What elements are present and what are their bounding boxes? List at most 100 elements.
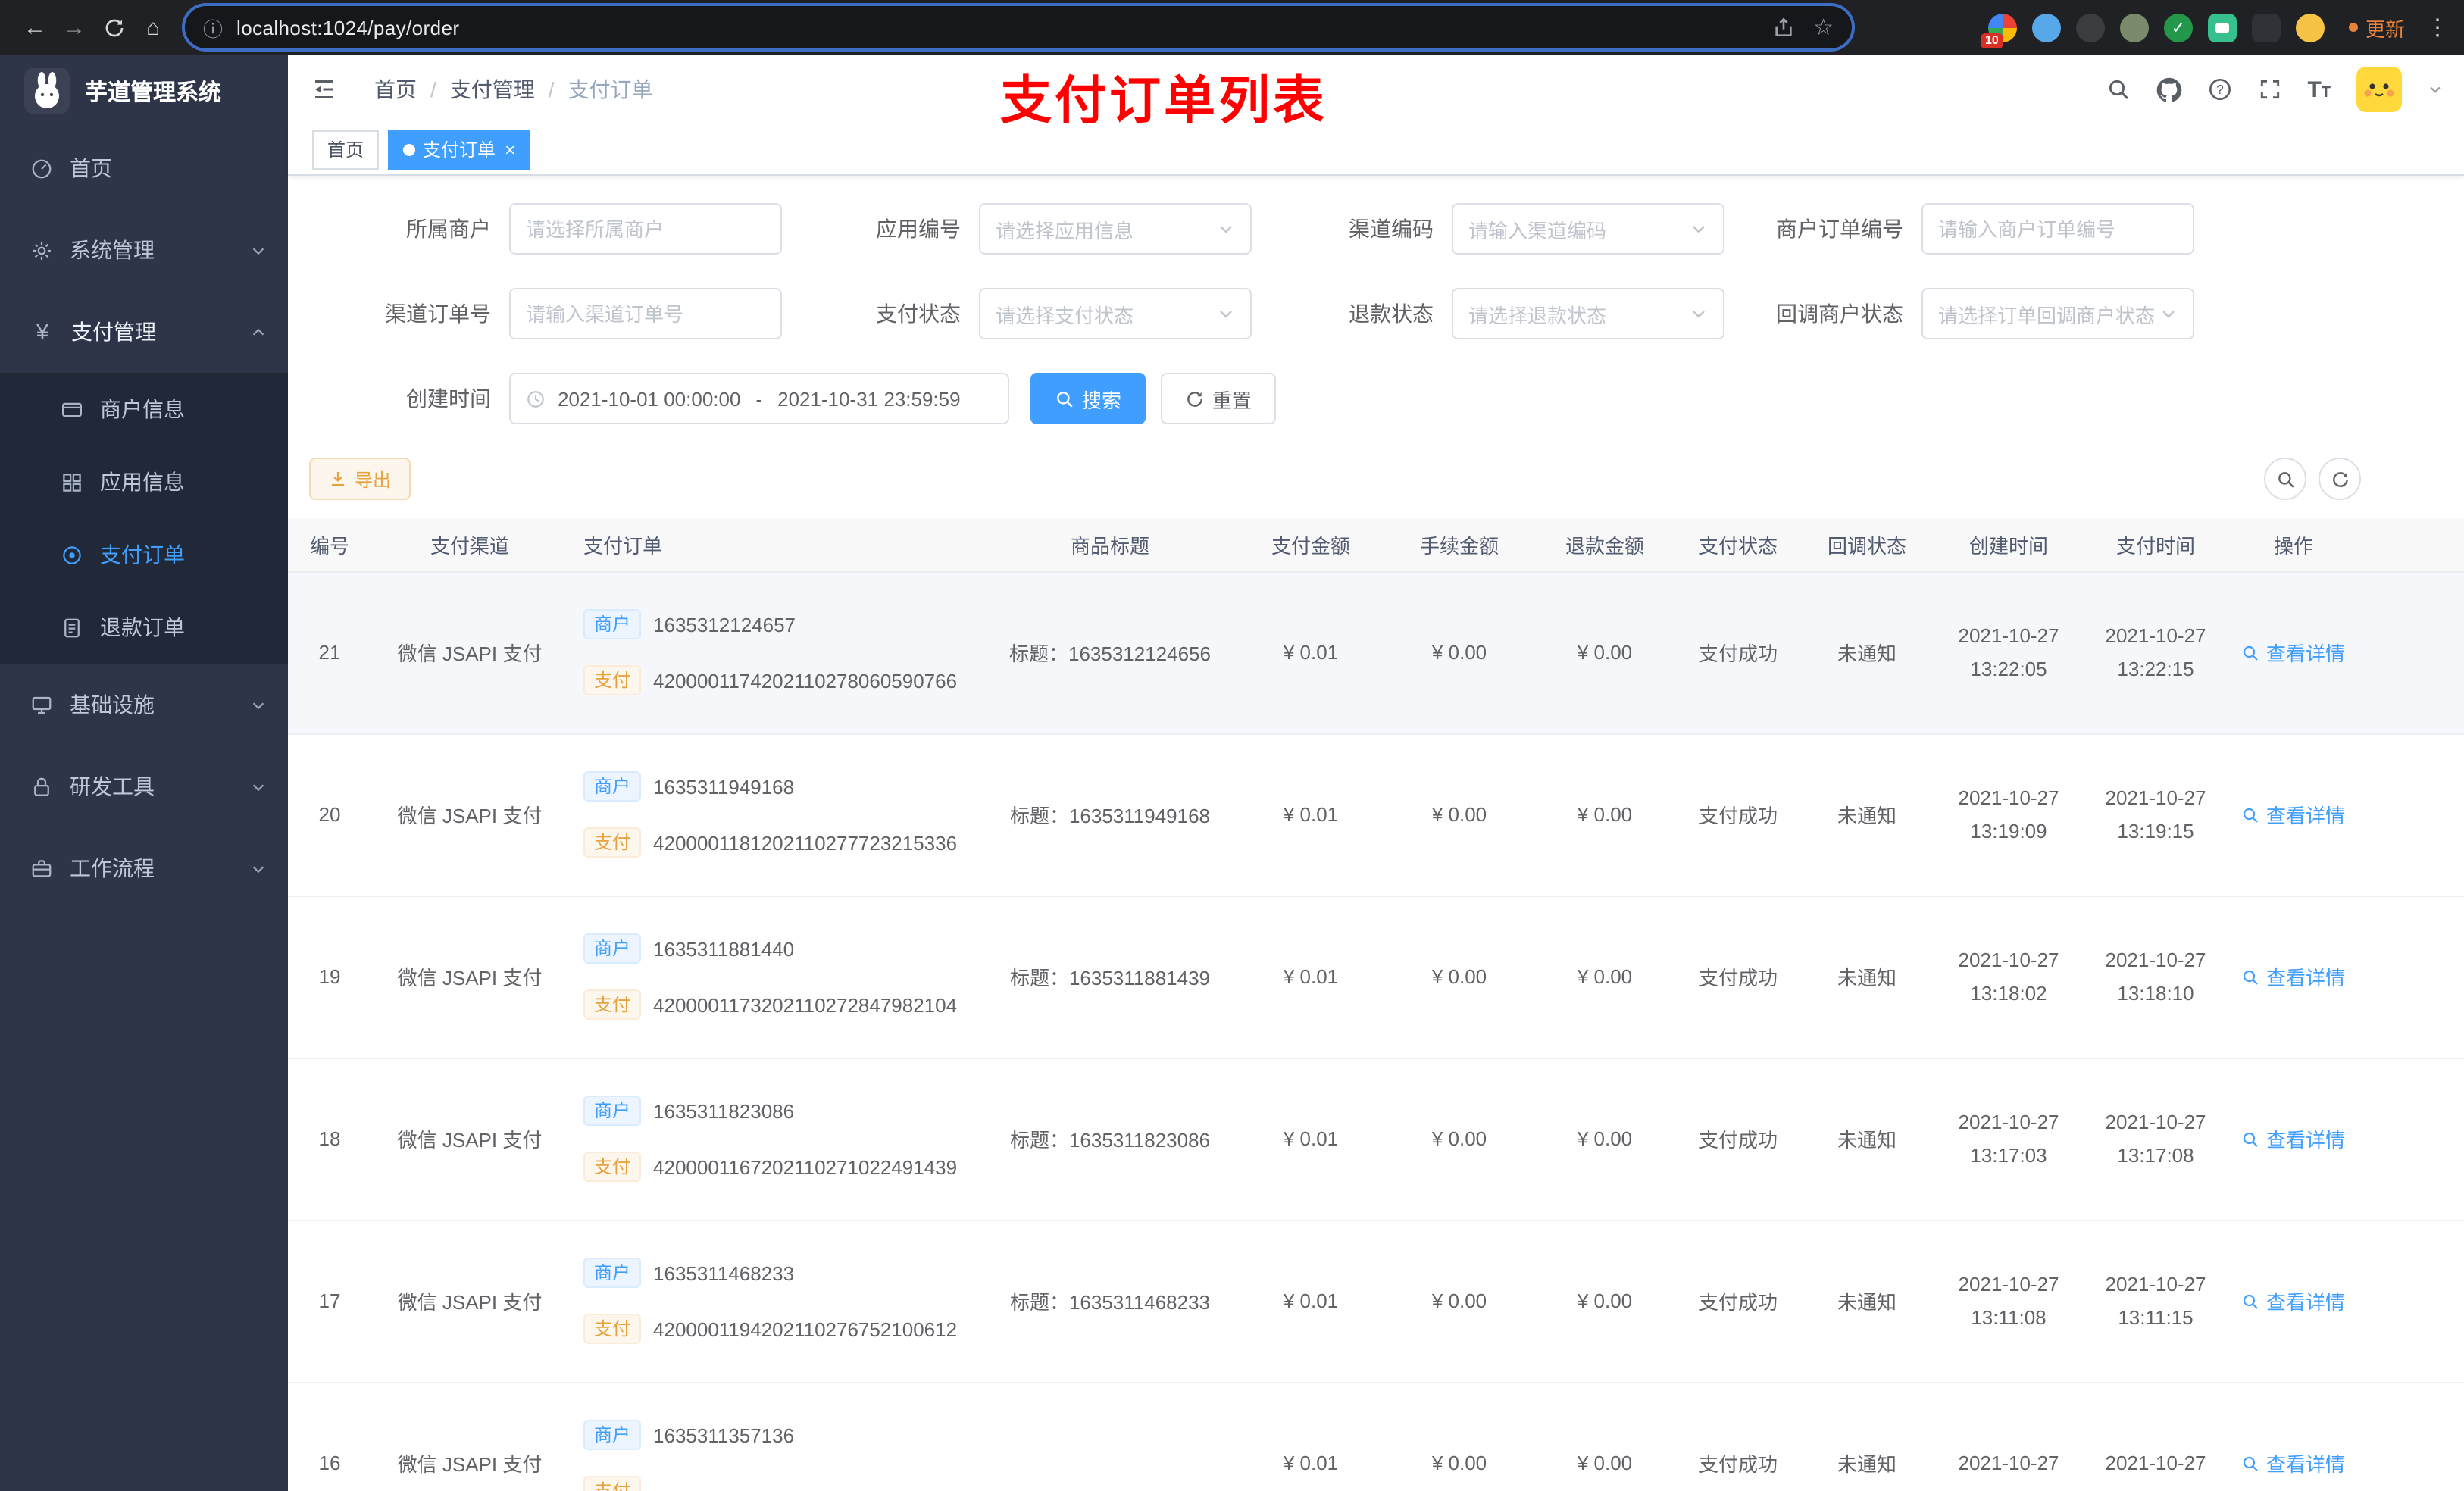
extension-dark-icon[interactable]	[2075, 13, 2105, 42]
view-detail-link[interactable]: 查看详情	[2242, 962, 2345, 991]
bookmark-star-icon[interactable]: ☆	[1813, 14, 1834, 41]
extension-blue-icon[interactable]	[2031, 13, 2061, 42]
share-icon[interactable]	[1771, 15, 1795, 39]
sidebar-item-workflow[interactable]: 工作流程	[0, 827, 288, 909]
github-icon[interactable]	[2156, 77, 2181, 102]
sidebar-item-payment[interactable]: ¥ 支付管理	[0, 291, 288, 373]
sidebar-item-pay-order[interactable]: 支付订单	[0, 518, 288, 591]
pay-status-select[interactable]: 请选择支付状态	[979, 288, 1252, 339]
select-placeholder: 请选择应用信息	[996, 219, 1134, 242]
table-setting-buttons	[2264, 458, 2361, 500]
extension-chat-icon[interactable]	[2207, 13, 2237, 42]
merchant-order-no-input[interactable]	[1938, 217, 2178, 240]
help-icon[interactable]	[2207, 77, 2231, 102]
home-icon[interactable]: ⌂	[133, 8, 173, 47]
breadcrumb-separator: /	[430, 77, 436, 102]
col-id: 编号	[288, 518, 371, 572]
extension-colorful-icon[interactable]: 10	[1980, 13, 2017, 48]
channel-pay-no: 4200001173202110272847982104	[653, 993, 958, 1016]
cell-pay-time: 2021-10-27 13:18:10	[2082, 896, 2229, 1058]
cell-amount: ¥ 0.01	[1235, 733, 1387, 896]
browser-menu-icon[interactable]: ⋮	[2426, 14, 2449, 41]
fullscreen-icon[interactable]	[2257, 77, 2281, 102]
site-info-icon[interactable]: ⓘ	[203, 13, 223, 42]
briefcase-icon	[30, 857, 53, 880]
breadcrumb-payment[interactable]: 支付管理	[450, 74, 535, 105]
back-icon[interactable]: ←	[15, 8, 55, 47]
update-dot-icon	[2348, 23, 2358, 32]
user-avatar[interactable]	[2356, 67, 2402, 112]
cell-id: 17	[288, 1220, 371, 1383]
reset-button[interactable]: 重置	[1161, 373, 1277, 424]
merchant-tag: 商户	[583, 1096, 642, 1126]
sidebar-item-label: 退款订单	[100, 615, 185, 639]
create-time-range-picker[interactable]: 2021-10-01 00:00:00 - 2021-10-31 23:59:5…	[509, 373, 1009, 424]
reload-icon[interactable]	[94, 8, 133, 47]
sidebar-item-app-info[interactable]: 应用信息	[0, 445, 288, 518]
sidebar-item-system[interactable]: 系统管理	[0, 209, 288, 291]
cell-fee: ¥ 0.00	[1387, 571, 1532, 734]
cell-channel: 微信 JSAPI 支付	[371, 571, 568, 734]
table-row: 16 微信 JSAPI 支付 商户 1635311357136 支付 ¥ 0.01…	[288, 1382, 2464, 1491]
sidebar-item-dev-tools[interactable]: 研发工具	[0, 746, 288, 827]
view-detail-link[interactable]: 查看详情	[2242, 1286, 2345, 1315]
search-icon[interactable]	[2106, 77, 2130, 102]
cell-pay-time: 2021-10-27	[2082, 1382, 2229, 1491]
col-pay-order: 支付订单	[568, 518, 985, 572]
breadcrumb-home[interactable]: 首页	[374, 74, 417, 105]
sidebar-item-home[interactable]: 首页	[0, 127, 288, 209]
cell-notify: 未通知	[1799, 571, 1935, 734]
search-button[interactable]: 搜索	[1030, 373, 1146, 424]
avatar-dropdown-icon[interactable]	[2428, 82, 2443, 97]
field-label: 商户订单编号	[1776, 217, 1903, 241]
sidebar-collapse-icon[interactable]	[311, 76, 338, 103]
view-detail-link[interactable]: 查看详情	[2242, 800, 2345, 829]
sidebar-item-merchant-info[interactable]: 商户信息	[0, 373, 288, 445]
close-icon[interactable]: ×	[505, 139, 515, 160]
cell-filler	[2358, 571, 2464, 734]
filter-row-1: 所属商户 应用编号 请选择应用信息 渠道编码	[309, 203, 2464, 255]
cell-pay-time: 2021-10-27 13:19:15	[2082, 733, 2229, 896]
tab-home[interactable]: 首页	[312, 130, 380, 169]
cell-amount: ¥ 0.01	[1235, 896, 1387, 1058]
view-detail-link[interactable]: 查看详情	[2242, 638, 2345, 667]
order-table: 编号 支付渠道 支付订单 商品标题 支付金额 手续金额 退款金额 支付状态 回调…	[288, 518, 2464, 1491]
extension-face-icon[interactable]	[2295, 13, 2325, 42]
cell-notify: 未通知	[1799, 896, 1935, 1058]
channel-code-select[interactable]: 请输入渠道编码	[1452, 203, 1724, 255]
cell-id: 18	[288, 1058, 371, 1221]
bank-card-icon	[61, 398, 83, 420]
channel-order-no-input[interactable]	[526, 302, 765, 325]
forward-icon[interactable]: →	[55, 8, 94, 47]
app-no-select[interactable]: 请选择应用信息	[979, 203, 1252, 255]
cell-filler	[2358, 733, 2464, 896]
view-detail-link[interactable]: 查看详情	[2242, 1449, 2345, 1477]
extension-olive-icon[interactable]	[2119, 13, 2149, 42]
tab-label: 支付订单	[423, 139, 496, 161]
cell-fee: ¥ 0.00	[1387, 896, 1532, 1058]
toggle-search-button[interactable]	[2264, 458, 2306, 500]
tab-pay-order[interactable]: 支付订单 ×	[388, 130, 531, 169]
extension-green-check-icon[interactable]: ✓	[2163, 13, 2193, 42]
range-start[interactable]: 2021-10-01 00:00:00	[558, 387, 740, 410]
range-end[interactable]: 2021-10-31 23:59:59	[777, 387, 960, 410]
sidebar-item-infrastructure[interactable]: 基础设施	[0, 664, 288, 746]
cell-status: 支付成功	[1678, 1382, 1799, 1491]
font-size-icon[interactable]: TT	[2307, 77, 2331, 102]
logo[interactable]: 芋道管理系统	[0, 55, 288, 127]
export-button[interactable]: 导出	[309, 458, 411, 500]
refresh-table-button[interactable]	[2319, 458, 2361, 500]
address-bar[interactable]: ⓘ localhost:1024/pay/order ☆	[185, 6, 1852, 48]
url-text[interactable]: localhost:1024/pay/order	[236, 16, 1771, 39]
monitor-icon	[30, 693, 53, 716]
notify-status-select[interactable]: 请选择订单回调商户状态	[1921, 288, 2194, 339]
chrome-update-button[interactable]: 更新	[2348, 13, 2405, 42]
view-detail-link[interactable]: 查看详情	[2242, 1124, 2345, 1153]
browser-toolbar: ← → ⌂ ⓘ localhost:1024/pay/order ☆ 10 ✓ …	[0, 0, 2464, 55]
filter-row-3: 创建时间 2021-10-01 00:00:00 - 2021-10-31 23…	[309, 373, 2464, 424]
merchant-input[interactable]	[526, 217, 765, 240]
sidebar-item-refund-order[interactable]: 退款订单	[0, 591, 288, 664]
refund-status-select[interactable]: 请选择退款状态	[1452, 288, 1724, 339]
pay-tag: 支付	[583, 827, 642, 858]
extension-pin-icon[interactable]	[2251, 13, 2281, 42]
